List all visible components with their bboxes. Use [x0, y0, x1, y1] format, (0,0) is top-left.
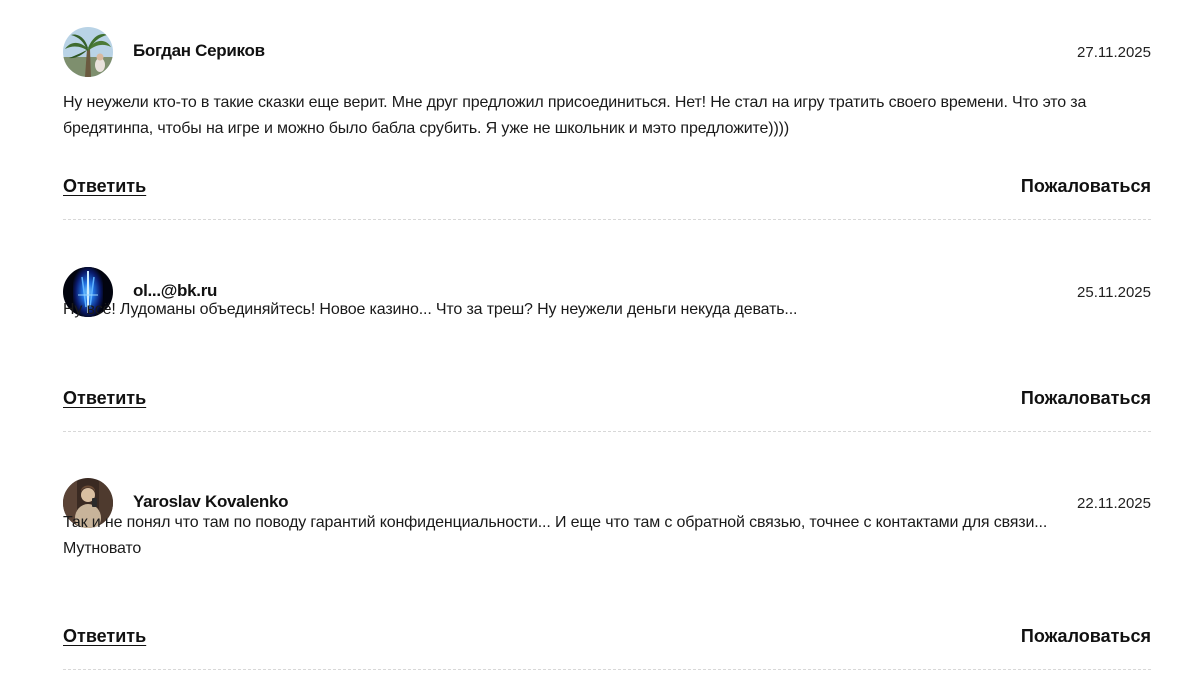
comment-text: Так и не понял что там по поводу гаранти… [63, 514, 1048, 557]
comment-item: Богдан Сериков 27.11.2025 Ну неужели кто… [63, 0, 1151, 220]
comment-actions: Ответить Пожаловаться [63, 176, 1151, 200]
avatar[interactable] [63, 27, 113, 77]
comments-list: Богдан Сериков 27.11.2025 Ну неужели кто… [63, 0, 1151, 670]
palm-tree-avatar-icon [63, 27, 113, 77]
reply-button[interactable]: Ответить [63, 176, 146, 197]
comment-item: Yaroslav Kovalenko 22.11.2025 Так и не п… [63, 432, 1151, 670]
report-button[interactable]: Пожаловаться [1021, 388, 1151, 409]
report-button[interactable]: Пожаловаться [1021, 176, 1151, 197]
comment-text: Ну неужели кто-то в такие сказки еще вер… [63, 94, 1087, 137]
author-name: Yaroslav Kovalenko [133, 492, 289, 511]
reply-button[interactable]: Ответить [63, 626, 146, 647]
comment-header: Богдан Сериков 27.11.2025 [63, 27, 1151, 77]
comment-actions: Ответить Пожаловаться [63, 626, 1151, 650]
comment-text: Ну всё! Лудоманы объединяйтесь! Новое ка… [63, 301, 798, 318]
report-button[interactable]: Пожаловаться [1021, 626, 1151, 647]
author-name: Богдан Сериков [133, 41, 265, 60]
reply-button[interactable]: Ответить [63, 388, 146, 409]
comment-date: 27.11.2025 [1077, 44, 1151, 61]
comment-actions: Ответить Пожаловаться [63, 388, 1151, 412]
comment-item: ol...@bk.ru 25.11.2025 Ну всё! Лудоманы … [63, 220, 1151, 432]
